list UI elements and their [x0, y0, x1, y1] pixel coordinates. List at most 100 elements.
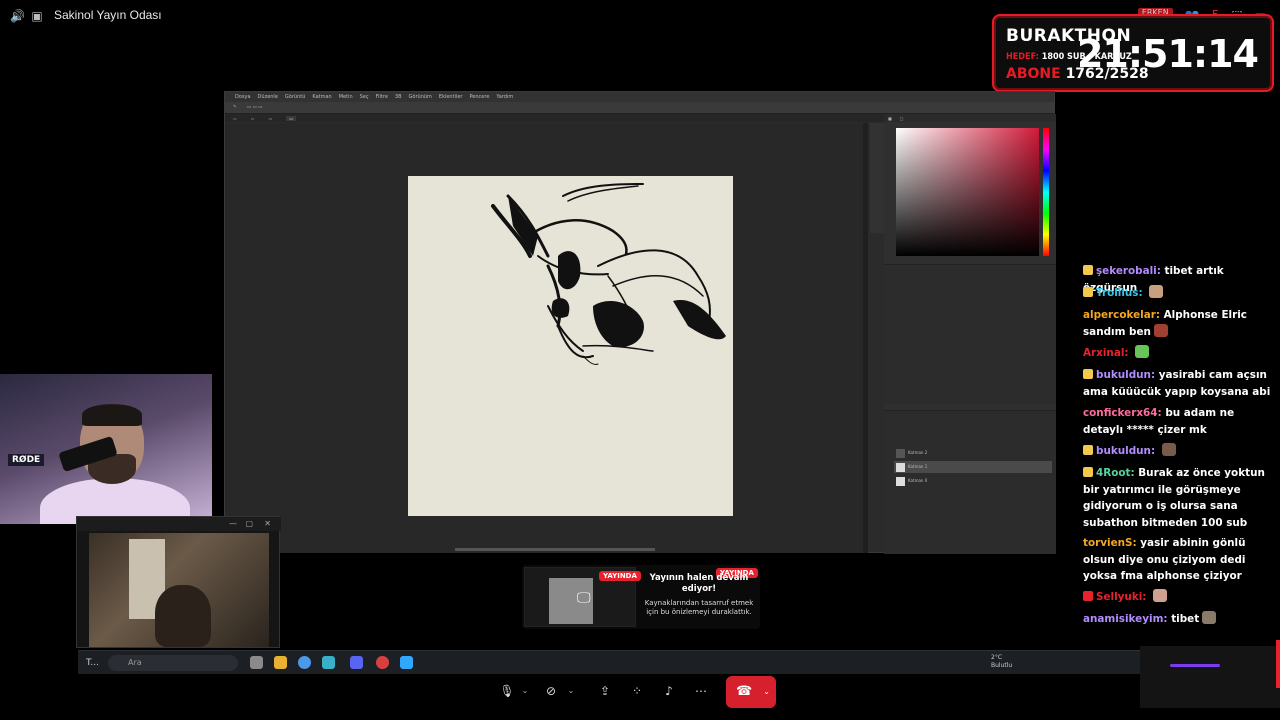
guest-webcam-video — [89, 533, 269, 647]
layer-thumb — [896, 449, 905, 458]
room-title: Sakinol Yayın Odası — [54, 8, 162, 22]
weather-widget[interactable]: 2°C Bulutlu — [991, 654, 1012, 670]
chat-message: Sellyuki: — [1083, 589, 1276, 606]
chat-username[interactable]: anamisikeyim — [1083, 613, 1163, 625]
guest-webcam-window[interactable]: — ▢ ✕ — [76, 516, 281, 648]
activities-icon[interactable]: ⁘ — [626, 680, 648, 702]
chevron-down-icon[interactable]: ⌄ — [566, 680, 576, 702]
call-controls: 🎙 ⌄ ⊘ ⌄ ⇪ ⁘ ♪ ⋯ ☎ ⌄ — [490, 674, 790, 710]
disconnect-button[interactable]: ☎ ⌄ — [726, 676, 776, 708]
taskbar-search[interactable]: Ara — [108, 655, 238, 671]
color-picker-field[interactable] — [896, 128, 1039, 256]
layer-row[interactable]: Katman 0 — [894, 475, 1052, 487]
chat-text: tibet — [1171, 613, 1200, 625]
chat-username[interactable]: şekerobali — [1096, 265, 1157, 277]
chevron-down-icon[interactable]: ⌄ — [763, 676, 770, 708]
ps-side-toolstrip[interactable] — [870, 123, 884, 233]
photoshop-window[interactable]: Dosya Düzenle Görüntü Katman Metin Seç Filtre 3… — [224, 91, 1056, 554]
photoshop-icon[interactable] — [400, 656, 413, 669]
ps-canvas-area[interactable] — [225, 123, 863, 553]
ps-menu-item[interactable]: Filtre — [376, 94, 388, 100]
ps-horizontal-scrollbar[interactable] — [455, 548, 655, 551]
chrome-icon[interactable] — [298, 656, 311, 669]
chat-username[interactable]: Trollius — [1096, 287, 1138, 299]
volume-icon[interactable]: 🔊 — [10, 9, 25, 23]
chat-message: bukuldun: yasirabi cam açsın ama küüücük… — [1083, 367, 1276, 400]
live-badge: YAYINDA — [599, 571, 641, 581]
paused-description: Kaynaklarından tasarruf etmek için bu ön… — [644, 599, 754, 616]
chat-message: bukuldun: — [1083, 443, 1276, 460]
close-icon[interactable]: ✕ — [264, 519, 271, 528]
webcam-hair — [82, 404, 142, 426]
ps-tab[interactable]: ▭ — [269, 116, 273, 121]
ps-tab[interactable]: ▭ — [251, 116, 255, 121]
chat-username[interactable]: alpercokelar — [1083, 309, 1156, 321]
layer-row[interactable]: Katman 2 — [894, 447, 1052, 459]
drawing-canvas[interactable] — [408, 176, 733, 516]
chat-message: confickerx64: bu adam ne detaylı ***** ç… — [1083, 405, 1276, 438]
explorer-icon[interactable] — [274, 656, 287, 669]
settings-icon[interactable] — [322, 656, 335, 669]
phone-hangup-icon: ☎ — [736, 684, 753, 699]
ps-menu-item[interactable]: Görüntü — [285, 94, 305, 100]
ps-menu-item[interactable]: Eklentiler — [439, 94, 463, 100]
ps-menu-item[interactable]: Metin — [339, 94, 353, 100]
ps-menu-item[interactable]: Dosya — [235, 94, 251, 100]
ps-tab-active[interactable]: ▭ — [286, 115, 297, 121]
maximize-icon[interactable]: ▢ — [245, 519, 253, 528]
brush-tool-icon[interactable]: ✎ — [233, 105, 237, 110]
chat-username[interactable]: bukuldun — [1096, 369, 1151, 381]
chat-username[interactable]: Arxinal — [1083, 347, 1124, 359]
chat-username[interactable]: bukuldun — [1096, 445, 1151, 457]
more-icon[interactable]: ⋯ — [690, 680, 712, 702]
color-tab[interactable]: ■ — [888, 116, 892, 121]
chat-emote-icon — [1149, 285, 1164, 298]
ps-menu-item[interactable]: Görünüm — [409, 94, 432, 100]
discord-icon[interactable] — [350, 656, 363, 669]
chat-separator: : — [1155, 309, 1164, 321]
paused-title: Yayının halen devam ediyor! — [649, 573, 749, 594]
ps-menu-item[interactable]: Pencere — [469, 94, 489, 100]
taskview-icon[interactable] — [250, 656, 263, 669]
ps-menu-item[interactable]: Yardım — [496, 94, 513, 100]
layer-thumb — [896, 463, 905, 472]
layer-row-selected[interactable]: Katman 1 — [894, 461, 1052, 473]
app-icon[interactable] — [376, 656, 389, 669]
chat-badge-icon — [1083, 265, 1093, 275]
soundboard-icon[interactable]: ♪ — [658, 680, 680, 702]
layer-name: Katman 1 — [908, 464, 928, 469]
layer-name: Katman 0 — [908, 478, 928, 483]
chevron-down-icon[interactable]: ⌄ — [520, 680, 530, 702]
chat-username[interactable]: torvienS — [1083, 537, 1133, 549]
chat-badge-icon — [1083, 369, 1093, 379]
chat-emote-icon — [1202, 611, 1217, 624]
ps-vertical-scrollbar[interactable] — [863, 123, 868, 553]
ps-menu-item[interactable]: Seç — [360, 94, 369, 100]
red-edge-accent — [1276, 640, 1280, 688]
screen-share-button[interactable]: ⇪ — [594, 680, 616, 702]
chat-badge-icon — [1083, 287, 1093, 297]
subs-label: ABONE — [1006, 66, 1061, 82]
minimize-icon[interactable]: — — [229, 519, 237, 528]
ps-tab[interactable]: ▭ — [233, 116, 237, 121]
mic-brand-label: RØDE — [8, 454, 45, 466]
camera-off-icon[interactable]: ⊘ — [540, 680, 562, 702]
ps-menu-item[interactable]: Düzenle — [258, 94, 278, 100]
bottom-right-widget — [1140, 646, 1280, 708]
chat-username[interactable]: confickerx64 — [1083, 407, 1158, 419]
microphone-icon[interactable]: 🎙 — [496, 680, 518, 702]
chat-username[interactable]: 4Root — [1096, 467, 1130, 479]
sketch-drawing — [491, 183, 726, 365]
chat-username[interactable]: Sellyuki — [1096, 591, 1142, 603]
chat-separator: : — [1138, 287, 1147, 299]
ps-menu-item[interactable]: 3B — [395, 94, 402, 100]
ps-menubar: Dosya Düzenle Görüntü Katman Metin Seç Filtre 3… — [225, 92, 1054, 102]
chat-emote-icon — [1161, 443, 1176, 456]
hue-slider[interactable] — [1043, 128, 1049, 256]
ps-menu-item[interactable]: Katman — [312, 94, 331, 100]
swatches-tab[interactable]: □ — [900, 116, 904, 121]
properties-panel — [884, 264, 1056, 404]
start-button[interactable]: T... — [86, 656, 99, 670]
preview-thumbnail[interactable]: 🖵 YAYINDA — [524, 567, 641, 627]
chat-badge-icon — [1083, 445, 1093, 455]
